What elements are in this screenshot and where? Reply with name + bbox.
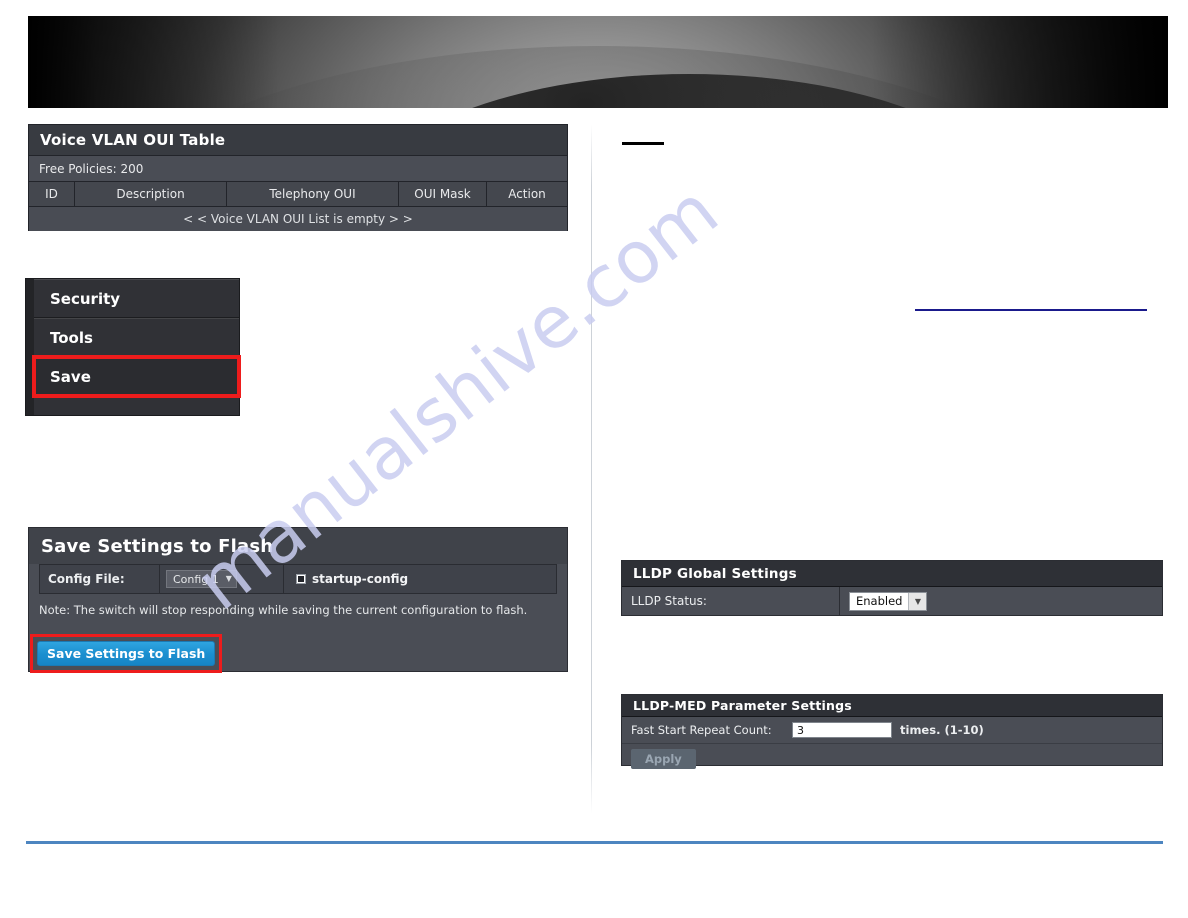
- fast-start-repeat-count-input[interactable]: [792, 722, 892, 738]
- save-settings-to-flash-button[interactable]: Save Settings to Flash: [37, 641, 216, 666]
- fast-start-repeat-count-label: Fast Start Repeat Count:: [631, 723, 772, 737]
- sidebar-item-save[interactable]: Save: [32, 355, 241, 398]
- config-file-select[interactable]: Config 1 ▼: [166, 570, 237, 588]
- right-navy-rule: [915, 309, 1147, 311]
- save-button-highlight-box: Save Settings to Flash: [30, 634, 223, 673]
- sidebar-item-tools[interactable]: Tools: [34, 318, 239, 357]
- chevron-down-icon: ▼: [225, 574, 232, 583]
- sidebar-item-label: Security: [50, 289, 121, 308]
- free-policies-label: Free Policies: 200: [29, 156, 567, 182]
- save-flash-note: Note: The switch will stop responding wh…: [39, 603, 528, 617]
- lldp-status-row: LLDP Status: Enabled ▼: [622, 587, 1162, 615]
- column-header-id: ID: [29, 182, 75, 206]
- save-flash-panel-title: Save Settings to Flash: [29, 528, 567, 564]
- column-divider: [591, 124, 592, 814]
- sidebar-item-label: Tools: [50, 328, 93, 347]
- sidebar-item-label: Save: [50, 367, 91, 386]
- sidebar-left-edge: [26, 279, 34, 415]
- column-header-oui-mask: OUI Mask: [399, 182, 487, 206]
- sidebar-menu-screenshot: Security Tools Save: [25, 278, 241, 416]
- sidebar-menu-tail: [34, 396, 239, 415]
- column-header-action: Action: [508, 187, 546, 201]
- startup-config-cell: startup-config: [284, 565, 556, 593]
- startup-config-label: startup-config: [312, 572, 409, 586]
- config-file-select-cell: Config 1 ▼: [160, 565, 284, 593]
- lldp-status-label: LLDP Status:: [622, 587, 840, 615]
- voice-vlan-panel-title: Voice VLAN OUI Table: [29, 125, 567, 156]
- config-file-row: Config File: Config 1 ▼ startup-config: [39, 564, 557, 594]
- startup-config-checkbox[interactable]: [296, 574, 306, 584]
- lldp-med-panel-title: LLDP-MED Parameter Settings: [622, 695, 1162, 717]
- lldp-global-settings-panel: LLDP Global Settings LLDP Status: Enable…: [621, 560, 1163, 616]
- column-header-description: Description: [75, 182, 227, 206]
- voice-vlan-header-row: ID Description Telephony OUI OUI Mask Ac…: [29, 182, 567, 207]
- banner-vignette: [28, 16, 1168, 108]
- lldp-status-value-cell: Enabled ▼: [840, 587, 1162, 615]
- lldp-med-parameter-settings-panel: LLDP-MED Parameter Settings Fast Start R…: [621, 694, 1163, 769]
- voice-vlan-oui-table-panel: Voice VLAN OUI Table Free Policies: 200 …: [28, 124, 568, 231]
- footer-rule: [26, 841, 1163, 844]
- chevron-down-icon: ▼: [908, 592, 927, 610]
- header-banner-image: [28, 16, 1168, 108]
- top-right-rule: [622, 142, 664, 145]
- lldp-global-panel-title: LLDP Global Settings: [622, 561, 1162, 587]
- column-header-telephony-oui: Telephony OUI: [227, 182, 399, 206]
- sidebar-item-security[interactable]: Security: [34, 279, 239, 318]
- apply-button[interactable]: Apply: [631, 749, 696, 769]
- fast-start-repeat-count-row: Fast Start Repeat Count: times. (1-10): [622, 717, 1162, 744]
- voice-vlan-empty-row: < < Voice VLAN OUI List is empty > >: [29, 207, 567, 231]
- fast-start-repeat-count-hint: times. (1-10): [900, 723, 984, 737]
- config-file-select-value: Config 1: [173, 572, 219, 586]
- lldp-status-select-value: Enabled: [856, 594, 903, 608]
- sidebar-menu-list: Security Tools Save: [32, 279, 241, 415]
- config-file-label: Config File:: [40, 565, 160, 593]
- lldp-status-select[interactable]: Enabled ▼: [849, 591, 928, 611]
